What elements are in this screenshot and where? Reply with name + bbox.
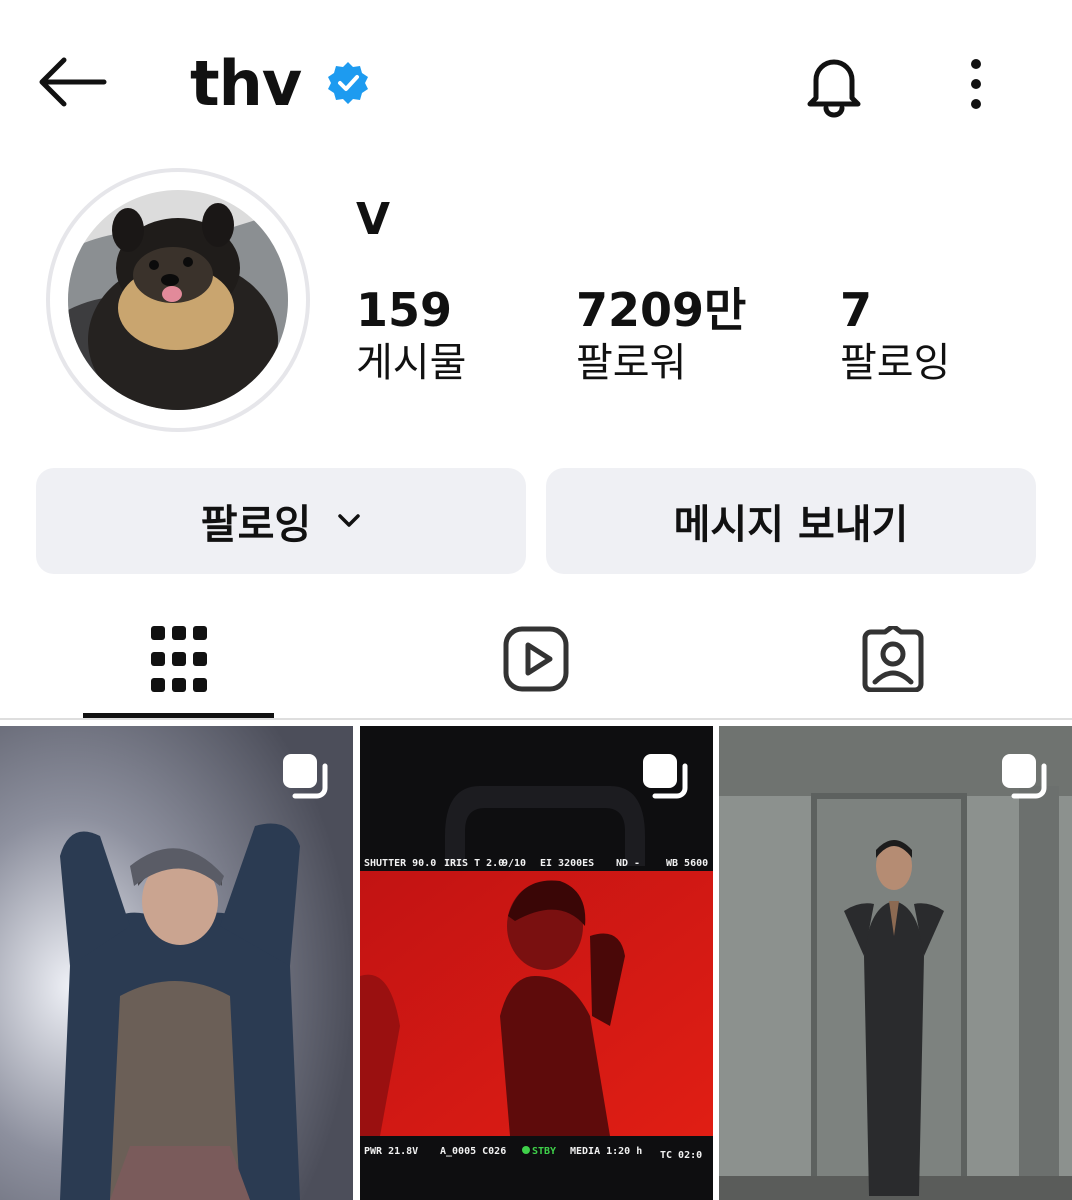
monitor-ei: EI 3200ES <box>540 858 594 869</box>
reels-icon <box>503 626 569 692</box>
stat-following[interactable]: 7 팔로잉 <box>840 282 950 388</box>
stat-posts-label: 게시물 <box>356 340 467 386</box>
monitor-pwr: PWR 21.8V <box>364 1146 418 1157</box>
stat-following-label: 팔로잉 <box>840 340 951 386</box>
tab-tagged[interactable] <box>750 604 1036 714</box>
stat-posts-count: 159 <box>356 283 453 337</box>
stat-following-count: 7 <box>840 283 873 337</box>
monitor-tc: TC 02:0 <box>660 1150 702 1161</box>
verified-badge-icon <box>326 61 370 105</box>
monitor-iris: IRIS T 2.0 <box>444 858 504 869</box>
back-button[interactable] <box>30 50 114 114</box>
multiple-photos-icon <box>1002 754 1047 799</box>
monitor-nd: ND - <box>616 858 640 869</box>
back-arrow-icon <box>39 57 107 107</box>
monitor-frame: 9/10 <box>502 858 526 869</box>
monitor-media: MEDIA 1:20 h <box>570 1146 642 1157</box>
following-button-label: 팔로잉 <box>200 502 312 548</box>
more-vertical-icon <box>971 59 981 109</box>
tagged-icon <box>862 626 924 692</box>
post-thumbnail[interactable] <box>719 726 1072 1200</box>
message-button[interactable]: 메시지 보내기 <box>546 468 1036 574</box>
post-thumbnail[interactable] <box>0 726 353 1200</box>
notifications-button[interactable] <box>796 46 872 122</box>
tab-reels[interactable] <box>393 604 679 714</box>
following-button[interactable]: 팔로잉 <box>36 468 526 574</box>
stat-followers-count: 7209만 <box>576 283 747 337</box>
standby-dot-icon <box>522 1146 530 1154</box>
tab-divider <box>0 718 1072 720</box>
multiple-photos-icon <box>643 754 688 799</box>
monitor-wb: WB 5600 <box>666 858 708 869</box>
avatar[interactable] <box>68 190 288 410</box>
grid-icon <box>151 626 207 692</box>
bell-icon <box>807 59 861 118</box>
monitor-stby: STBY <box>532 1146 556 1157</box>
more-options-button[interactable] <box>950 50 1002 120</box>
profile-username: thv <box>190 47 302 120</box>
message-button-label: 메시지 보내기 <box>673 502 909 548</box>
chevron-down-icon <box>338 514 360 527</box>
stat-posts[interactable]: 159 게시물 <box>356 282 466 388</box>
multiple-photos-icon <box>283 754 328 799</box>
stat-followers[interactable]: 7209만 팔로워 <box>576 282 746 388</box>
stat-followers-label: 팔로워 <box>576 340 687 386</box>
post-thumbnail[interactable]: SHUTTER 90.0 IRIS T 2.0 9/10 EI 3200ES N… <box>360 726 713 1200</box>
display-name: V <box>356 194 391 245</box>
monitor-shutter: SHUTTER 90.0 <box>364 858 436 869</box>
tab-grid[interactable] <box>36 604 322 714</box>
monitor-clip: A_0005 C026 <box>440 1146 506 1157</box>
